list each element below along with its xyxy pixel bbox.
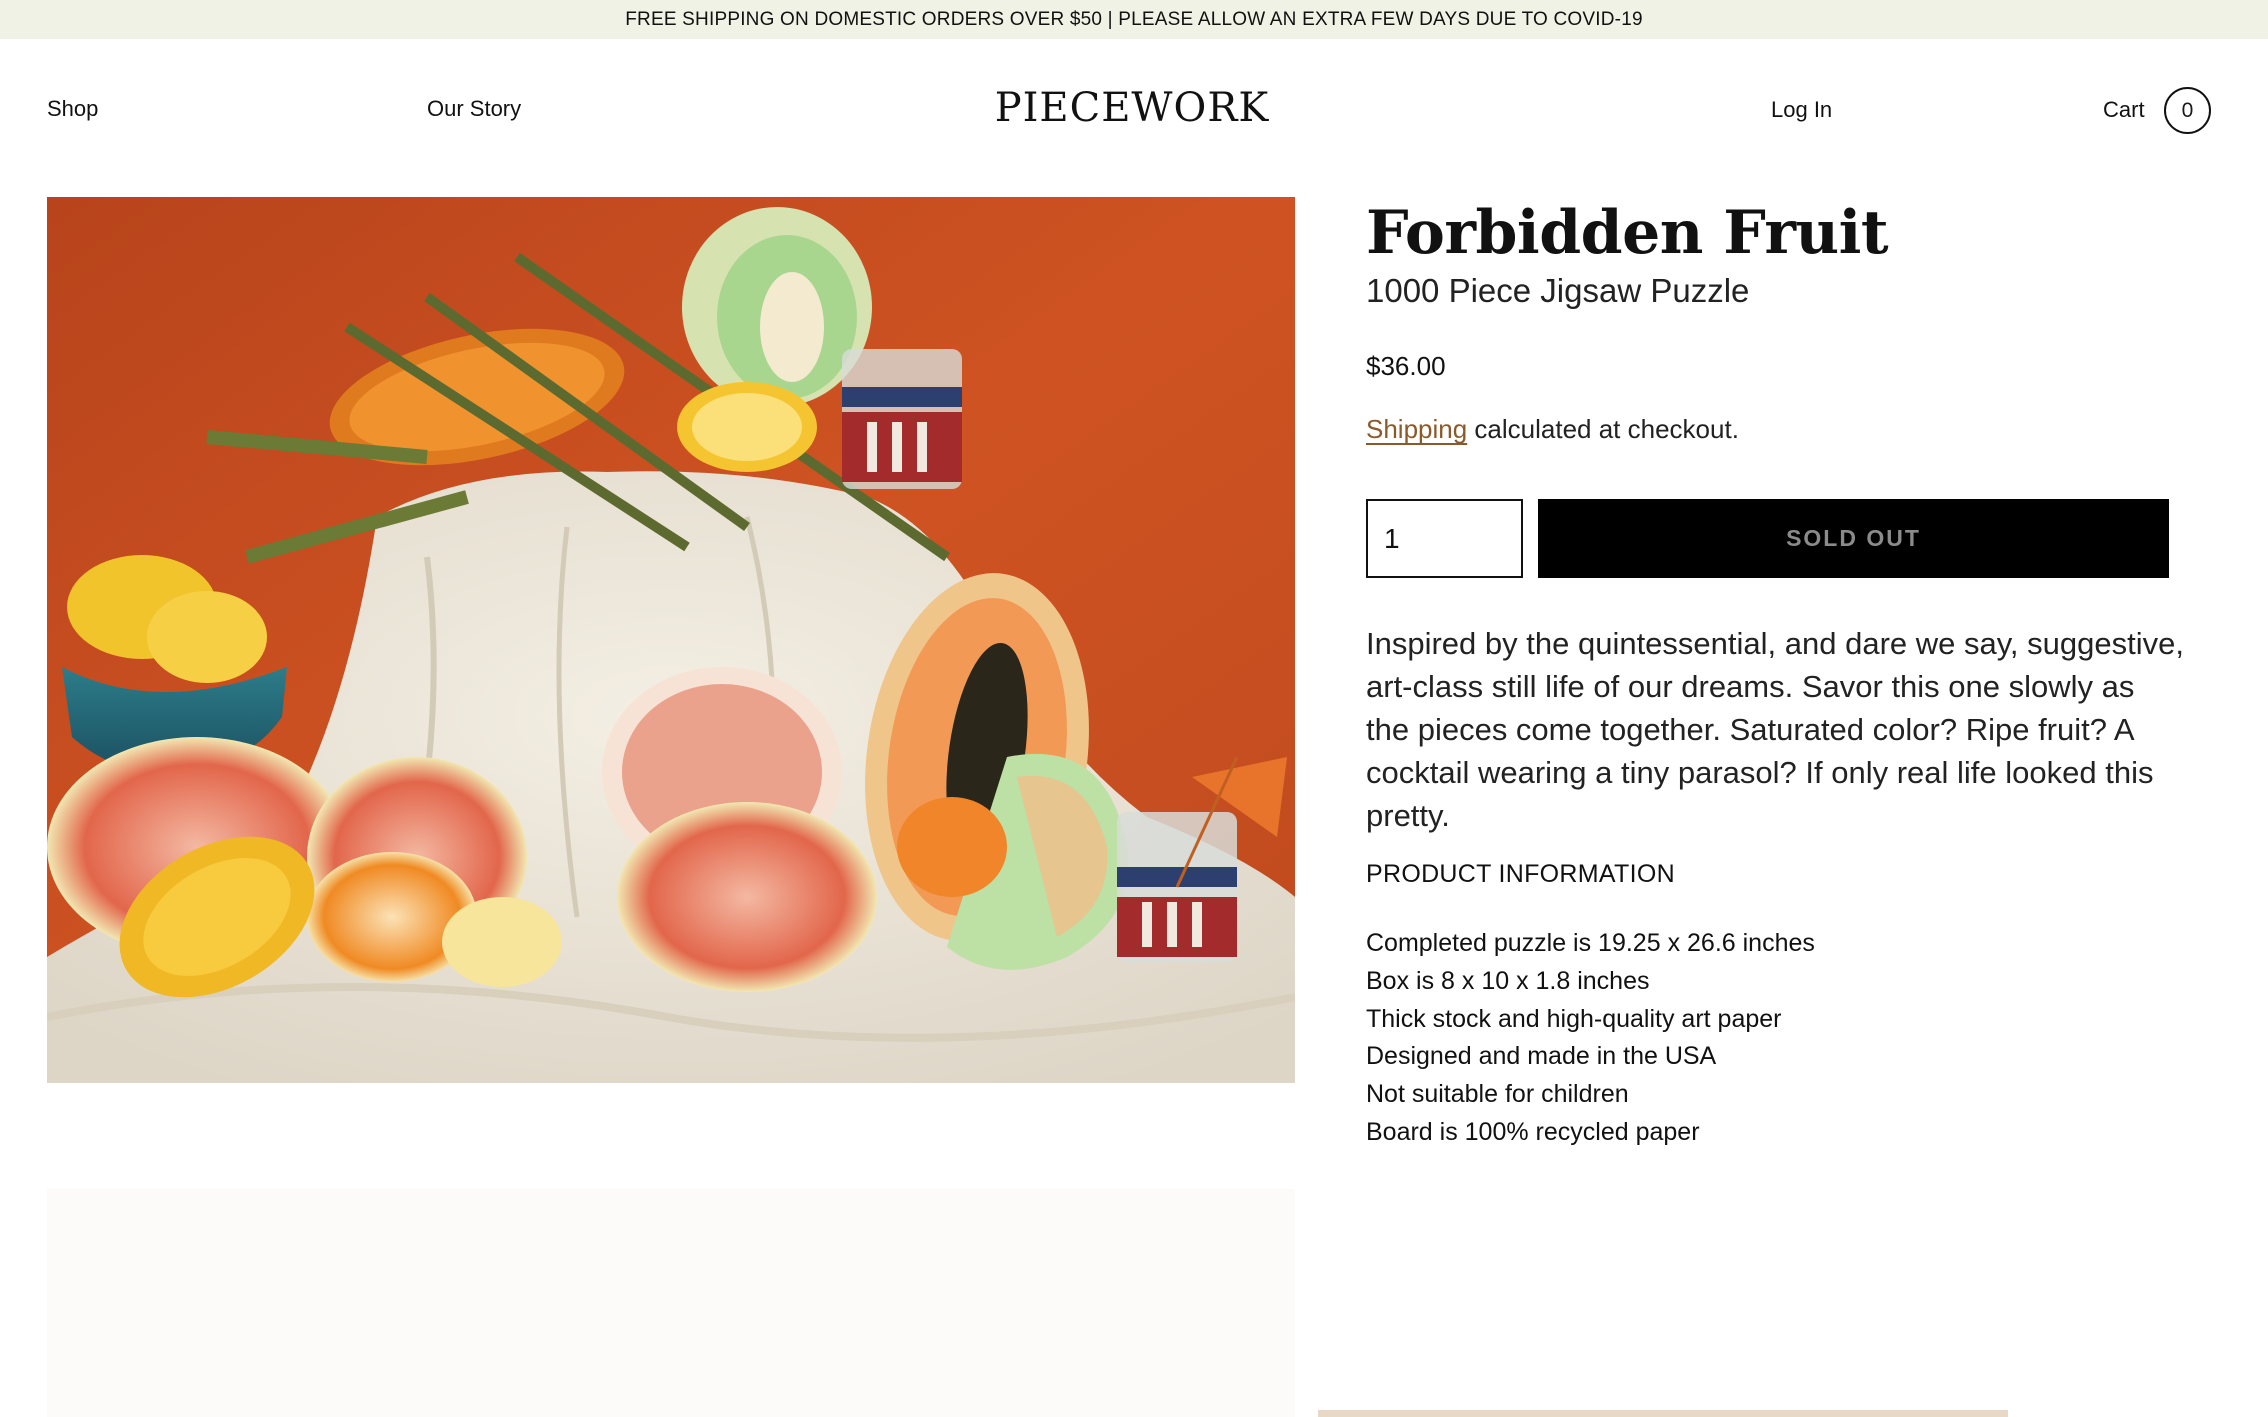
list-item: Completed puzzle is 19.25 x 26.6 inches: [1366, 929, 1815, 957]
cart-count-badge[interactable]: 0: [2164, 87, 2211, 134]
nav-cart-link[interactable]: Cart: [2103, 97, 2145, 123]
sold-out-button[interactable]: SOLD OUT: [1538, 499, 2169, 578]
product-info-heading: PRODUCT INFORMATION: [1366, 860, 1675, 888]
nav-our-story-link[interactable]: Our Story: [427, 96, 521, 122]
product-price: $36.00: [1366, 351, 1446, 381]
list-item: Designed and made in the USA: [1366, 1042, 1717, 1071]
site-logo[interactable]: PIECEWORK: [995, 84, 1269, 132]
list-item: Board is 100% recycled paper: [1366, 1117, 1700, 1146]
product-info-list: Completed puzzle is 19.25 x 26.6 inches …: [1366, 925, 1815, 1152]
shipping-note-text: calculated at checkout.: [1467, 414, 1739, 444]
site-header: Shop Our Story PIECEWORK Log In Cart 0: [0, 39, 2268, 179]
product-details: Forbidden Fruit 1000 Piece Jigsaw Puzzle…: [1366, 196, 2206, 1146]
nav-login-link[interactable]: Log In: [1771, 97, 1832, 123]
footer-strip: [1318, 1410, 2008, 1417]
product-image[interactable]: [47, 197, 1295, 1083]
shipping-link[interactable]: Shipping: [1366, 414, 1467, 444]
product-description: Inspired by the quintessential, and dare…: [1366, 626, 2184, 833]
nav-shop-link[interactable]: Shop: [47, 96, 98, 122]
quantity-input[interactable]: [1366, 499, 1523, 578]
list-item: Box is 8 x 10 x 1.8 inches: [1366, 966, 1650, 995]
still-life-photo: [47, 197, 1295, 1083]
announcement-bar: FREE SHIPPING ON DOMESTIC ORDERS OVER $5…: [0, 0, 2268, 39]
product-title: Forbidden Fruit: [1366, 198, 1889, 268]
product-image-secondary[interactable]: [47, 1189, 1295, 1417]
list-item: Thick stock and high-quality art paper: [1366, 1004, 1782, 1033]
product-subtitle: 1000 Piece Jigsaw Puzzle: [1366, 272, 1750, 309]
list-item: Not suitable for children: [1366, 1080, 1629, 1109]
shipping-note: Shipping calculated at checkout.: [1366, 414, 1739, 445]
